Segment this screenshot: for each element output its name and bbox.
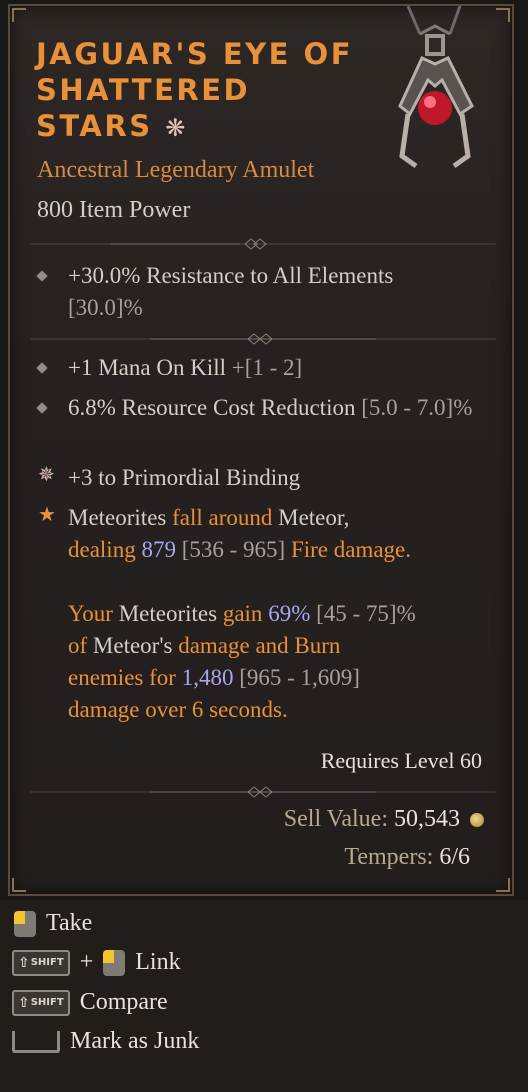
divider — [30, 786, 496, 798]
amulet-icon — [398, 6, 474, 169]
stat-mana-on-kill: +1 Mana On Kill +[1 - 2] — [68, 352, 508, 384]
link-label: Link — [135, 949, 181, 975]
tempers: Tempers: 6/6 — [344, 844, 470, 871]
stat-range: [5.0 - 7.0]% — [361, 395, 473, 420]
level-requirement: Requires Level 60 — [320, 748, 482, 773]
tempers-value: 6/6 — [439, 844, 470, 870]
shift-key-icon: ⇧ SHIFT — [12, 949, 70, 976]
item-type: Ancestral Legendary Amulet — [37, 157, 315, 183]
stat-text: +3 to Primordial Binding — [68, 465, 301, 490]
primordial-glyph-icon: ❋ — [165, 114, 188, 142]
legendary-aspect-icon: ★ — [38, 504, 56, 526]
left-mouse-icon — [12, 910, 38, 937]
affix-bullet-icon — [36, 402, 48, 414]
item-name: Jaguar's Eye of Shattered Stars ❋ — [36, 36, 356, 146]
frame-corner — [12, 8, 26, 22]
stat-resource-cost: 6.8% Resource Cost Reduction [5.0 - 7.0]… — [68, 392, 508, 424]
frame-corner — [496, 8, 510, 22]
sell-value: Sell Value: 50,543 — [284, 806, 484, 833]
plus-sign: + — [79, 949, 94, 975]
sell-amount: 50,543 — [394, 806, 460, 832]
stat-text: 6.8% Resource Cost Reduction — [68, 395, 356, 420]
item-name-text: Jaguar's Eye of Shattered Stars — [36, 37, 354, 143]
tempers-label: Tempers: — [344, 844, 434, 870]
stat-range: +[1 - 2] — [231, 355, 303, 380]
compare-action[interactable]: ⇧ SHIFT Compare — [12, 989, 168, 1016]
item-power: 800 Item Power — [37, 197, 191, 223]
stat-text: +30.0% Resistance to All Elements — [68, 263, 394, 288]
stat-range: [30.0]% — [68, 295, 143, 320]
divider — [30, 333, 496, 345]
legendary-aspect: Meteorites fall around Meteor, dealing 8… — [68, 505, 416, 722]
implicit-stat: +30.0% Resistance to All Elements [30.0]… — [68, 260, 508, 324]
gold-coin-icon — [470, 813, 484, 828]
compare-label: Compare — [79, 989, 168, 1015]
action-bar: Take ⇧ SHIFT + Link ⇧ SHIFT Compare Mark a… — [0, 900, 528, 1092]
primordial-binding-icon: ✵ — [38, 464, 55, 486]
item-tooltip: Jaguar's Eye of Shattered Stars ❋ Ancest… — [8, 4, 514, 896]
spacebar-key-icon — [12, 1030, 60, 1053]
frame-corner — [496, 878, 510, 892]
mark-junk-label: Mark as Junk — [70, 1028, 200, 1054]
left-mouse-icon — [101, 949, 127, 976]
sell-label: Sell Value: — [283, 806, 388, 832]
affix-bullet-icon — [36, 362, 48, 374]
take-label: Take — [46, 910, 93, 936]
mark-junk-action[interactable]: Mark as Junk — [12, 1028, 199, 1055]
frame-corner — [12, 878, 26, 892]
link-action[interactable]: ⇧ SHIFT + Link — [12, 949, 181, 976]
take-action[interactable]: Take — [12, 910, 92, 937]
stat-primordial-binding: +3 to Primordial Binding — [68, 462, 508, 494]
affix-bullet-icon — [36, 270, 48, 282]
divider — [30, 238, 496, 250]
stat-text: +1 Mana On Kill — [68, 355, 226, 380]
shift-key-icon: ⇧ SHIFT — [12, 989, 70, 1016]
